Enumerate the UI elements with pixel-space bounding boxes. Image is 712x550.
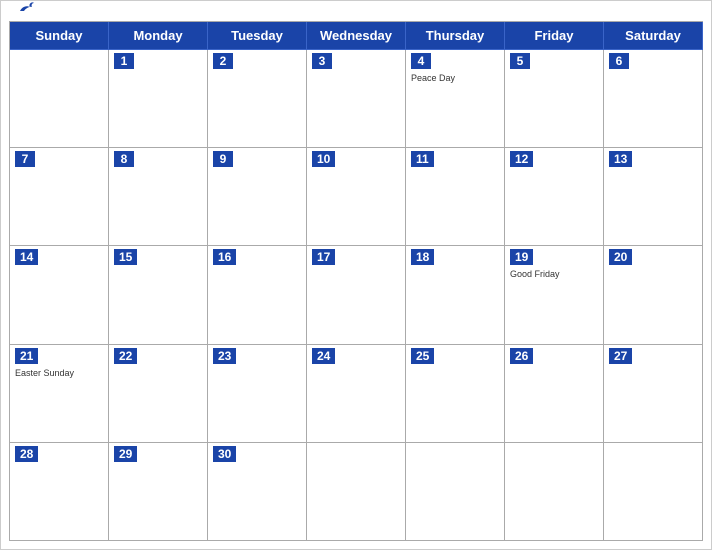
day-cell: [505, 443, 604, 540]
day-number: 4: [411, 53, 431, 69]
day-number: 20: [609, 249, 632, 265]
calendar-grid: SundayMondayTuesdayWednesdayThursdayFrid…: [9, 21, 703, 541]
day-cell: 12: [505, 148, 604, 245]
day-cell: 3: [307, 50, 406, 147]
weeks-container: 1234Peace Day5678910111213141516171819Go…: [10, 50, 703, 541]
day-number: 22: [114, 348, 137, 364]
day-cell: 1: [109, 50, 208, 147]
day-cell: [604, 443, 703, 540]
day-cell: 2: [208, 50, 307, 147]
day-cell: [307, 443, 406, 540]
day-header-monday: Monday: [109, 22, 208, 50]
day-cell: 8: [109, 148, 208, 245]
day-cell: 24: [307, 345, 406, 442]
day-cell: [10, 50, 109, 147]
day-number: 8: [114, 151, 134, 167]
week-row-4: 21 Easter Sunday 22 23 24 25 26 27: [10, 345, 703, 443]
day-number: 28: [15, 446, 38, 462]
day-cell: 25: [406, 345, 505, 442]
day-number: 21: [15, 348, 38, 364]
day-number: 5: [510, 53, 530, 69]
day-header-friday: Friday: [505, 22, 604, 50]
day-headers-row: SundayMondayTuesdayWednesdayThursdayFrid…: [10, 22, 703, 50]
day-cell: 16: [208, 246, 307, 343]
day-cell: [406, 443, 505, 540]
day-cell: 18: [406, 246, 505, 343]
day-header-saturday: Saturday: [604, 22, 703, 50]
day-number: 15: [114, 249, 137, 265]
day-cell: 5: [505, 50, 604, 147]
day-cell: 19 Good Friday: [505, 246, 604, 343]
calendar-container: SundayMondayTuesdayWednesdayThursdayFrid…: [0, 0, 712, 550]
day-cell: 10: [307, 148, 406, 245]
day-cell: 21 Easter Sunday: [10, 345, 109, 442]
holiday-label: Good Friday: [510, 269, 598, 279]
day-number: 16: [213, 249, 236, 265]
week-row-2: 7 8 9 10 11 12 13: [10, 148, 703, 246]
week-row-3: 14 15 16 17 18 19 Good Friday 20: [10, 246, 703, 344]
day-cell: 26: [505, 345, 604, 442]
day-cell: 15: [109, 246, 208, 343]
day-cell: 14: [10, 246, 109, 343]
week-row-5: 28 29 30: [10, 443, 703, 541]
day-number: 18: [411, 249, 434, 265]
day-cell: 28: [10, 443, 109, 540]
day-number: 26: [510, 348, 533, 364]
day-cell: 6: [604, 50, 703, 147]
day-cell: 22: [109, 345, 208, 442]
day-number: 17: [312, 249, 335, 265]
logo-area: [16, 9, 36, 17]
day-header-sunday: Sunday: [10, 22, 109, 50]
day-number: 6: [609, 53, 629, 69]
day-number: 23: [213, 348, 236, 364]
day-number: 1: [114, 53, 134, 69]
day-number: 13: [609, 151, 632, 167]
day-cell: 11: [406, 148, 505, 245]
day-number: 19: [510, 249, 533, 265]
day-number: 27: [609, 348, 632, 364]
day-cell: 29: [109, 443, 208, 540]
day-number: 2: [213, 53, 233, 69]
day-header-wednesday: Wednesday: [307, 22, 406, 50]
holiday-label: Easter Sunday: [15, 368, 103, 378]
day-number: 3: [312, 53, 332, 69]
week-row-1: 1 2 3 4 Peace Day 5 6: [10, 50, 703, 148]
day-number: 12: [510, 151, 533, 167]
holiday-label: Peace Day: [411, 73, 499, 83]
day-cell: 13: [604, 148, 703, 245]
day-number: 25: [411, 348, 434, 364]
day-number: 7: [15, 151, 35, 167]
day-cell: 30: [208, 443, 307, 540]
day-number: 30: [213, 446, 236, 462]
day-cell: 4 Peace Day: [406, 50, 505, 147]
day-cell: 23: [208, 345, 307, 442]
day-cell: 27: [604, 345, 703, 442]
calendar-header: [1, 1, 711, 21]
day-header-thursday: Thursday: [406, 22, 505, 50]
day-cell: 17: [307, 246, 406, 343]
day-header-tuesday: Tuesday: [208, 22, 307, 50]
day-number: 14: [15, 249, 38, 265]
day-number: 9: [213, 151, 233, 167]
day-number: 10: [312, 151, 335, 167]
logo-bird-icon: [18, 0, 36, 17]
day-cell: 20: [604, 246, 703, 343]
day-number: 24: [312, 348, 335, 364]
day-number: 11: [411, 151, 434, 167]
day-cell: 7: [10, 148, 109, 245]
day-cell: 9: [208, 148, 307, 245]
day-number: 29: [114, 446, 137, 462]
